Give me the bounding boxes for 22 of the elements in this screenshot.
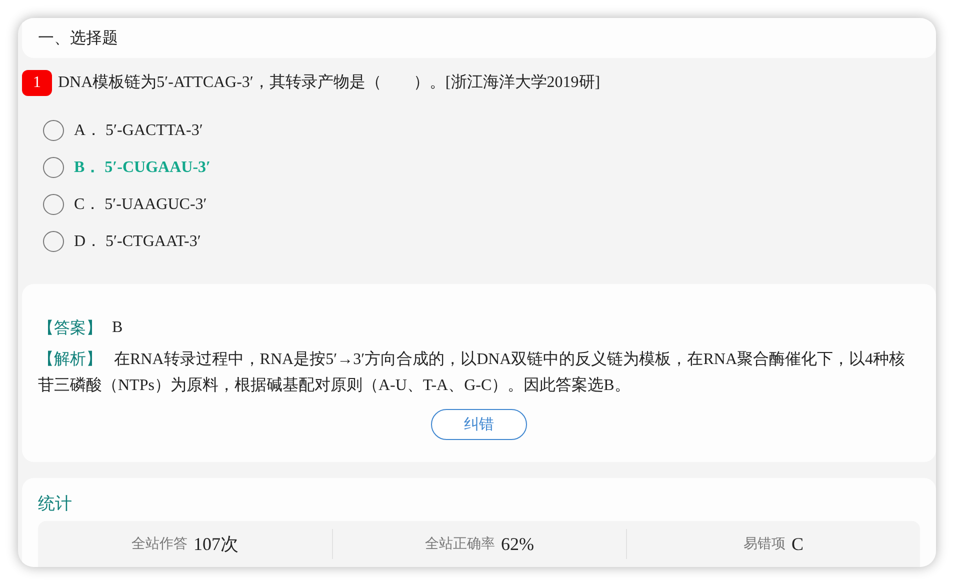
stats-title: 统计 [38,492,73,516]
option-label: D． 5′-CTGAAT-3′ [74,232,201,252]
radio-button[interactable] [43,120,64,142]
radio-button[interactable] [43,194,64,216]
option-label: A． 5′-GACTTA-3′ [74,120,203,141]
section-title: 一、选择题 [38,26,118,49]
stat-label: 全站正确率 [425,534,495,554]
option-label: C． 5′-UAAGUC-3′ [74,194,207,215]
question-number-badge: 1 [22,70,52,96]
analysis-paragraph: 【解析】 在RNA转录过程中，RNA是按5′→3′方向合成的，以DNA双链中的反义链为模板，在RNA聚合酶催化下，以4种核苷三磷酸（NTPs）为原料，根据碱基配对原则（A-U、T-A、G-C）。因此答案选B。 [38,348,906,396]
question-text: DNA模板链为5′-ATTCAG-3′，其转录产物是（ ）。[浙江海洋大学2019研] [58,72,600,93]
stat-label: 全站作答 [132,534,188,554]
stat-value: 62% [501,532,534,556]
radio-button[interactable] [43,231,64,252]
report-error-button[interactable]: 纠错 [431,408,527,440]
stat-label: 易错项 [743,534,786,554]
answer-label: 【答案】 [38,316,102,339]
answer-value: B [112,318,123,338]
option-label: B． 5′-CUGAAU-3′ [74,158,211,178]
stat-value: 107次 [194,532,238,556]
stat-value: C [791,532,804,556]
radio-button[interactable] [43,157,64,178]
